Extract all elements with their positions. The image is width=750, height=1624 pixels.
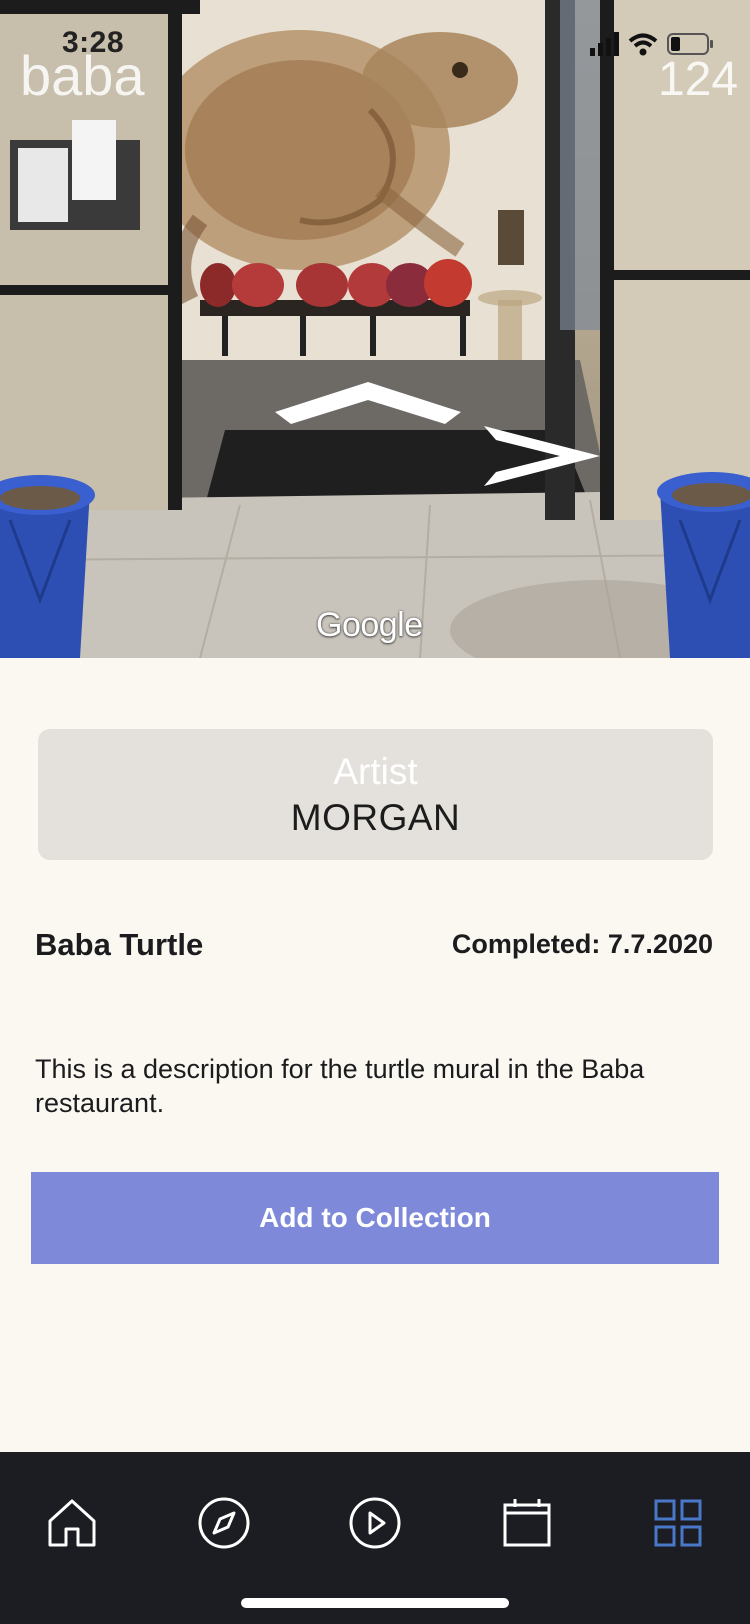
- grid-icon: [654, 1499, 702, 1547]
- street-view-panorama[interactable]: baba 124 3:28 Google: [0, 0, 750, 658]
- mural-description: This is a description for the turtle mur…: [35, 1054, 645, 1118]
- home-indicator[interactable]: [241, 1598, 509, 1608]
- completed-date: Completed: 7.7.2020: [451, 929, 713, 959]
- calendar-icon: [503, 1499, 551, 1547]
- cellular-signal-icon: [590, 32, 619, 56]
- artist-name: MORGAN: [290, 797, 461, 838]
- tab-collection[interactable]: [643, 1488, 713, 1558]
- status-bar: 3:28: [0, 0, 750, 88]
- artist-label: Artist: [333, 751, 418, 792]
- google-watermark: Google: [316, 606, 423, 644]
- status-icons: [590, 30, 720, 58]
- tab-explore[interactable]: [189, 1488, 259, 1558]
- navigate-forward-arrow-icon[interactable]: [275, 382, 461, 424]
- compass-icon: [198, 1497, 250, 1549]
- tab-play[interactable]: [340, 1488, 410, 1558]
- tab-bar: [0, 1452, 750, 1624]
- play-icon: [349, 1497, 401, 1549]
- artist-card: Artist MORGAN: [38, 729, 713, 860]
- home-icon: [48, 1499, 96, 1547]
- street-view-image: baba 124: [0, 0, 750, 658]
- battery-icon: [667, 33, 713, 55]
- mural-title: Baba Turtle: [35, 927, 204, 962]
- navigate-right-arrow-icon[interactable]: [484, 426, 600, 486]
- wifi-icon: [628, 33, 658, 56]
- add-to-collection-button[interactable]: Add to Collection: [31, 1172, 719, 1264]
- tab-home[interactable]: [37, 1488, 107, 1558]
- status-time: 3:28: [62, 26, 125, 59]
- tab-calendar[interactable]: [492, 1488, 562, 1558]
